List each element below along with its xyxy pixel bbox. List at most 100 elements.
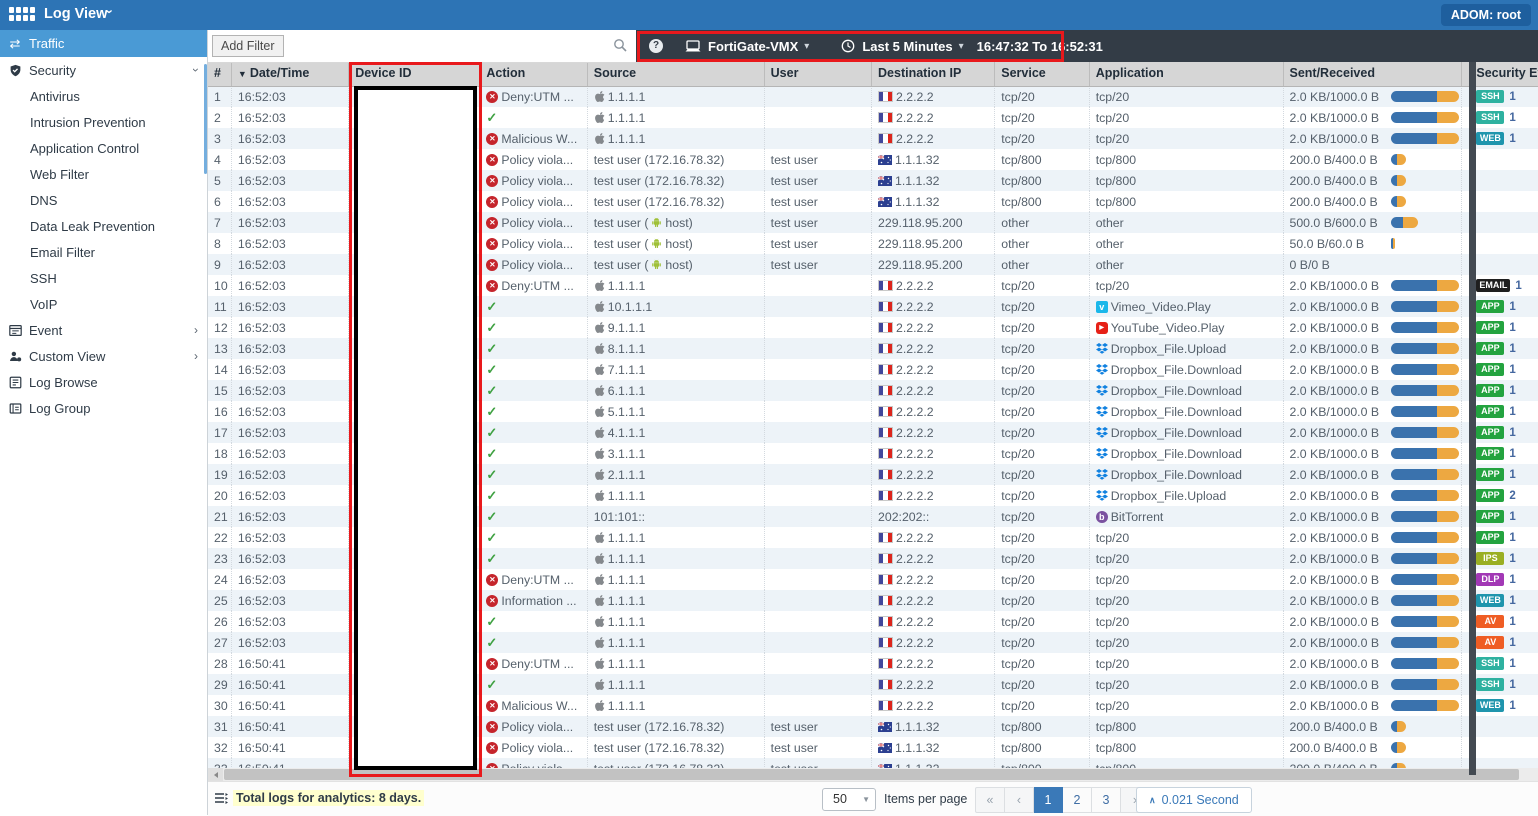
column-header-device-id[interactable]: Device ID [349,62,480,86]
scroll-left-arrow[interactable] [208,768,223,781]
time-preset-selector[interactable]: Last 5 Minutes [862,39,952,54]
cell-application: tcp/20 [1090,107,1284,128]
column-header--[interactable]: # [208,62,232,86]
apps-grid-icon[interactable] [9,7,35,23]
sidebar-item-application-control[interactable]: Application Control [0,135,207,161]
table-row[interactable]: 216:52:03✓1.1.1.12.2.2.2tcp/20tcp/202.0 … [208,107,1538,128]
sidebar-item-web-filter[interactable]: Web Filter [0,161,207,187]
cell-source: 10.1.1.1 [588,296,765,317]
cell-destination-ip: 2.2.2.2 [872,275,995,296]
sidebar-item-security[interactable]: Security› [0,57,207,83]
deny-icon: ✕ [486,658,498,670]
table-row[interactable]: 1016:52:03✕Deny:UTM ...1.1.1.12.2.2.2tcp… [208,275,1538,296]
table-row[interactable]: 2116:52:03✓101:101::202:202::tcp/20bBitT… [208,506,1538,527]
sidebar-item-log-browse[interactable]: Log Browse [0,369,207,395]
adom-badge[interactable]: ADOM: root [1441,4,1531,26]
security-event-badge: APP [1476,447,1504,460]
cell-datetime: 16:52:03 [232,632,349,653]
cell-service: tcp/20 [995,107,1089,128]
sidebar-item-log-group[interactable]: Log Group [0,395,207,421]
table-row[interactable]: 3016:50:41✕Malicious W...1.1.1.12.2.2.2t… [208,695,1538,716]
help-icon[interactable]: ? [649,39,663,53]
column-header-application[interactable]: Application [1090,62,1284,86]
table-row[interactable]: 2916:50:41✓1.1.1.12.2.2.2tcp/20tcp/202.0… [208,674,1538,695]
table-row[interactable]: 2216:52:03✓1.1.1.12.2.2.2tcp/20tcp/202.0… [208,527,1538,548]
prev-page-button[interactable]: ‹ [1005,787,1034,813]
table-row[interactable]: 1616:52:03✓5.1.1.12.2.2.2tcp/20Dropbox_F… [208,401,1538,422]
column-header-date-time[interactable]: ▼Date/Time [232,62,349,86]
sidebar-item-ssh[interactable]: SSH [0,265,207,291]
cell-application: Dropbox_File.Download [1090,443,1284,464]
security-event-count: 1 [1509,637,1515,649]
table-row[interactable]: 616:52:03✕Policy viola...test user (172.… [208,191,1538,212]
device-selector[interactable]: FortiGate-VMX [708,39,798,54]
table-row[interactable]: 316:52:03✕Malicious W...1.1.1.12.2.2.2tc… [208,128,1538,149]
table-row[interactable]: 3316:50:41✕Policy viola...test user (172… [208,758,1538,768]
column-header-destination-ip[interactable]: Destination IP [872,62,995,86]
page-button-3[interactable]: 3 [1092,787,1121,813]
horizontal-scrollbar[interactable] [208,768,1538,781]
column-header-user[interactable]: User [765,62,872,86]
column-header-service[interactable]: Service [995,62,1089,86]
filter-bar[interactable]: Add Filter [208,30,636,63]
security-event-badge: IPS [1476,552,1504,565]
column-header-security-ev[interactable]: Security Ev [1470,62,1538,86]
sidebar-item-email-filter[interactable]: Email Filter [0,239,207,265]
table-row[interactable]: 116:52:03✕Deny:UTM ...1.1.1.12.2.2.2tcp/… [208,86,1538,107]
table-row[interactable]: 3116:50:41✕Policy viola...test user (172… [208,716,1538,737]
table-row[interactable]: 2716:52:03✓1.1.1.12.2.2.2tcp/20tcp/202.0… [208,632,1538,653]
table-row[interactable]: 2316:52:03✓1.1.1.12.2.2.2tcp/20tcp/202.0… [208,548,1538,569]
search-time-button[interactable]: ∧ 0.021 Second [1136,787,1252,813]
sidebar-item-traffic[interactable]: ⇄Traffic [0,30,207,57]
sidebar-item-custom-view[interactable]: Custom View› [0,343,207,369]
table-row[interactable]: 716:52:03✕Policy viola...test user (host… [208,212,1538,233]
table-row[interactable]: 1916:52:03✓2.1.1.12.2.2.2tcp/20Dropbox_F… [208,464,1538,485]
table-row[interactable]: 2416:52:03✕Deny:UTM ...1.1.1.12.2.2.2tcp… [208,569,1538,590]
sidebar-item-antivirus[interactable]: Antivirus [0,83,207,109]
search-icon[interactable] [613,38,627,57]
cell-sent-received: 200.0 B/400.0 B [1284,758,1463,768]
cell-datetime: 16:52:03 [232,548,349,569]
first-page-button[interactable]: « [975,787,1005,813]
table-row[interactable]: 2816:50:41✕Deny:UTM ...1.1.1.12.2.2.2tcp… [208,653,1538,674]
cell-application: other [1090,254,1284,275]
table-row[interactable]: 1116:52:03✓10.1.1.12.2.2.2tcp/20vVimeo_V… [208,296,1538,317]
table-row[interactable]: 2516:52:03✕Information ...1.1.1.12.2.2.2… [208,590,1538,611]
page-title[interactable]: Log View [44,6,107,22]
table-row[interactable]: 916:52:03✕Policy viola...test user (host… [208,254,1538,275]
cell-sent-received: 2.0 KB/1000.0 B [1284,674,1463,695]
column-header-action[interactable]: Action [480,62,587,86]
table-row[interactable]: 1516:52:03✓6.1.1.12.2.2.2tcp/20Dropbox_F… [208,380,1538,401]
vertical-scrollbar[interactable] [1469,62,1476,775]
table-row[interactable]: 2616:52:03✓1.1.1.12.2.2.2tcp/20tcp/202.0… [208,611,1538,632]
column-header-source[interactable]: Source [588,62,765,86]
sidebar-item-intrusion-prevention[interactable]: Intrusion Prevention [0,109,207,135]
items-per-page-select[interactable]: 50 ▼ [822,788,876,811]
apple-icon [594,447,605,460]
page-button-2[interactable]: 2 [1063,787,1092,813]
cell-security-events [1470,191,1538,212]
column-header-sent-received[interactable]: Sent/Received [1284,62,1463,86]
table-row[interactable]: 3216:50:41✕Policy viola...test user (172… [208,737,1538,758]
page-button-1[interactable]: 1 [1034,787,1063,813]
sidebar-item-data-leak-prevention[interactable]: Data Leak Prevention [0,213,207,239]
scrollbar-thumb[interactable] [224,769,1519,780]
table-row[interactable]: 516:52:03✕Policy viola...test user (172.… [208,170,1538,191]
table-row[interactable]: 1816:52:03✓3.1.1.12.2.2.2tcp/20Dropbox_F… [208,443,1538,464]
traffic-bar [1391,532,1459,543]
table-row[interactable]: 1316:52:03✓8.1.1.12.2.2.2tcp/20Dropbox_F… [208,338,1538,359]
table-row[interactable]: 1216:52:03✓9.1.1.12.2.2.2tcp/20▶YouTube_… [208,317,1538,338]
apple-icon [594,699,605,712]
sidebar-item-voip[interactable]: VoIP [0,291,207,317]
table-row[interactable]: 816:52:03✕Policy viola...test user (host… [208,233,1538,254]
table-row[interactable]: 2016:52:03✓1.1.1.12.2.2.2tcp/20Dropbox_F… [208,485,1538,506]
add-filter-button[interactable]: Add Filter [212,35,284,57]
cell-security-events: APP1 [1470,401,1538,422]
table-row[interactable]: 416:52:03✕Policy viola...test user (172.… [208,149,1538,170]
deny-icon: ✕ [486,175,498,187]
cell-action: ✓ [480,422,587,443]
table-row[interactable]: 1416:52:03✓7.1.1.12.2.2.2tcp/20Dropbox_F… [208,359,1538,380]
sidebar-item-dns[interactable]: DNS [0,187,207,213]
sidebar-item-event[interactable]: Event› [0,317,207,343]
table-row[interactable]: 1716:52:03✓4.1.1.12.2.2.2tcp/20Dropbox_F… [208,422,1538,443]
